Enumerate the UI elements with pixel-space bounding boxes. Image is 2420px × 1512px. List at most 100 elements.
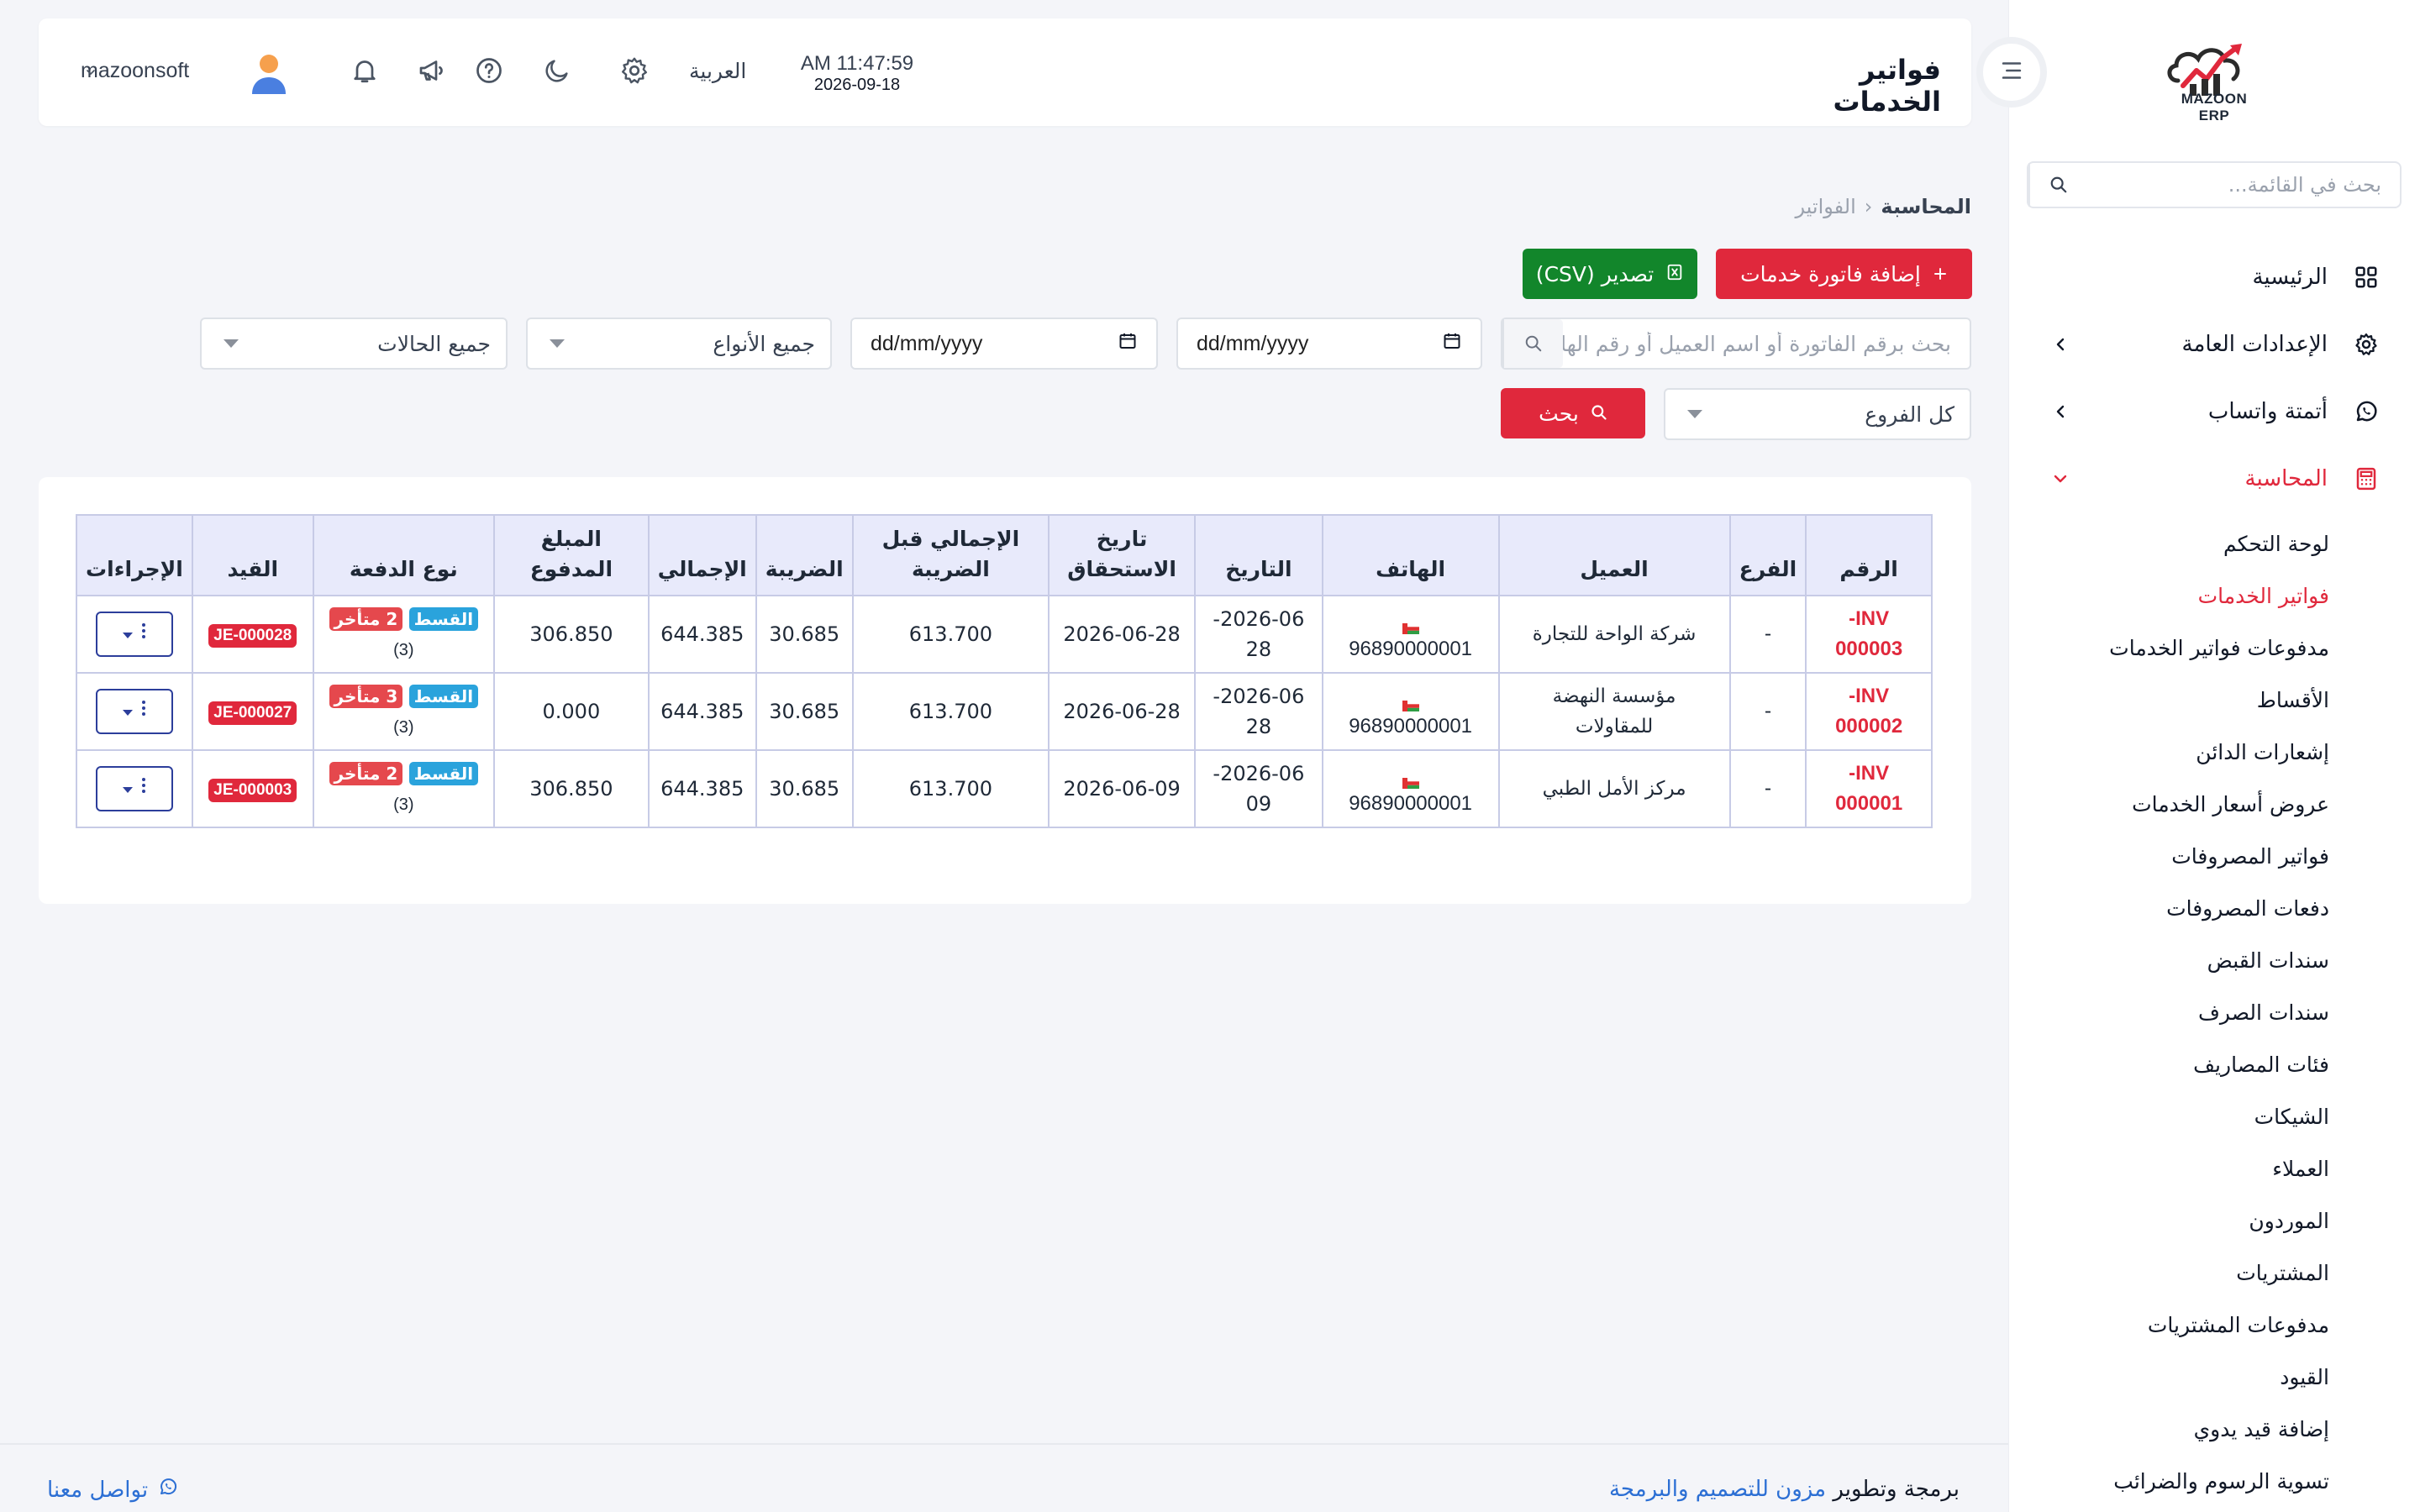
- submenu-item[interactable]: مدفوعات فواتير الخدمات: [2008, 622, 2420, 674]
- submenu-item[interactable]: مدفوعات المشتريات: [2008, 1299, 2420, 1351]
- sidebar-search-input[interactable]: بحث في القائمة...: [2087, 163, 2400, 207]
- overdue-badge: 2 متأخر: [329, 761, 403, 785]
- sidebar-item-home[interactable]: الرئيسية: [2008, 244, 2420, 311]
- installment-count: (3): [393, 717, 414, 737]
- submenu-item[interactable]: الموردون: [2008, 1194, 2420, 1247]
- invoice-number[interactable]: INV- 000001: [1805, 749, 1933, 828]
- bell-icon[interactable]: [348, 54, 381, 87]
- page-title: فواتير الخدمات: [1833, 54, 1941, 118]
- cell-paid: 0.000: [493, 672, 650, 751]
- col-total[interactable]: الإجمالي: [647, 514, 757, 596]
- caret-down-icon: [550, 339, 565, 348]
- submenu-item[interactable]: لوحة التحكم: [2008, 517, 2420, 570]
- col-tax[interactable]: الضريبة: [755, 514, 854, 596]
- col-pretax[interactable]: الإجمالي قبل الضريبة: [851, 514, 1050, 596]
- submenu-item[interactable]: سندات الصرف: [2008, 986, 2420, 1038]
- contact-us-link[interactable]: تواصل معنا: [47, 1477, 178, 1503]
- add-service-invoice-button[interactable]: إضافة فاتورة خدمات: [1716, 249, 1972, 299]
- cell-paid: 306.850: [493, 595, 650, 674]
- col-entry[interactable]: القيد: [191, 514, 314, 596]
- sidebar-item-accounting[interactable]: المحاسبة: [2008, 445, 2420, 512]
- submenu-item[interactable]: الأقساط: [2008, 674, 2420, 726]
- status-select[interactable]: جميع الحالات: [200, 318, 508, 370]
- row-actions-button[interactable]: [95, 689, 173, 734]
- caret-down-icon: [122, 696, 133, 727]
- submenu-item[interactable]: فئات المصاريف: [2008, 1038, 2420, 1090]
- submenu-item[interactable]: سندات القبض: [2008, 934, 2420, 986]
- cell-due-date: 2026-06-28: [1048, 672, 1196, 751]
- invoice-search-input[interactable]: بحث برقم الفاتورة أو اسم العميل أو رقم ا…: [1563, 332, 1970, 356]
- cell-tax: 30.685: [755, 595, 854, 674]
- megaphone-icon[interactable]: [414, 54, 448, 87]
- top-header: [39, 18, 1971, 126]
- journal-entry-badge[interactable]: JE-000028: [208, 624, 297, 648]
- table-row[interactable]: INV- 000001 - مركز الأمل الطبي 9689000000…: [76, 749, 1933, 828]
- help-icon[interactable]: [472, 54, 506, 87]
- breadcrumb-current: الفواتير: [1795, 195, 1856, 218]
- chevron-left-icon: [2050, 402, 2070, 422]
- invoice-search-field[interactable]: بحث برقم الفاتورة أو اسم العميل أو رقم ا…: [1501, 318, 1971, 370]
- calculator-icon: [2351, 464, 2381, 494]
- more-vertical-icon: [141, 696, 146, 727]
- sidebar-item-whatsapp[interactable]: أتمتة واتساب: [2008, 378, 2420, 445]
- col-date[interactable]: التاريخ: [1194, 514, 1323, 596]
- invoice-number[interactable]: INV- 000003: [1805, 595, 1933, 674]
- invoice-number[interactable]: INV- 000002: [1805, 672, 1933, 751]
- submenu-item[interactable]: إضافة قيد يدوي: [2008, 1403, 2420, 1455]
- cell-due-date: 2026-06-09: [1048, 749, 1196, 828]
- col-phone[interactable]: الهاتف: [1321, 514, 1500, 596]
- search-icon: [2028, 163, 2087, 207]
- sidebar-search[interactable]: بحث في القائمة...: [2027, 161, 2402, 208]
- submenu-item[interactable]: الشيكات: [2008, 1090, 2420, 1142]
- row-actions-button[interactable]: [95, 766, 173, 811]
- submenu-item[interactable]: دفعات المصروفات: [2008, 882, 2420, 934]
- search-button[interactable]: بحث: [1501, 388, 1645, 438]
- col-branch[interactable]: الفرع: [1728, 514, 1807, 596]
- col-payment-type[interactable]: نوع الدفعة: [312, 514, 496, 596]
- calendar-icon[interactable]: [1118, 331, 1138, 357]
- submenu-item[interactable]: عروض أسعار الخدمات: [2008, 778, 2420, 830]
- submenu-item[interactable]: تسوية الرسوم والضرائب: [2008, 1455, 2420, 1507]
- col-due-date[interactable]: تاريخ الاستحقاق: [1048, 514, 1196, 596]
- journal-entry-badge[interactable]: JE-000003: [208, 779, 297, 802]
- avatar[interactable]: [249, 52, 289, 96]
- date-from-input[interactable]: dd/mm/yyyy: [1176, 318, 1482, 370]
- export-csv-button[interactable]: تصدير (CSV): [1523, 249, 1697, 299]
- branch-select[interactable]: كل الفروع: [1664, 388, 1971, 440]
- col-number[interactable]: الرقم: [1805, 514, 1933, 596]
- menu-toggle-button[interactable]: [1976, 37, 2047, 108]
- whatsapp-icon: [2351, 396, 2381, 427]
- col-customer[interactable]: العميل: [1497, 514, 1731, 596]
- table-row[interactable]: INV- 000003 - شركة الواحة للتجارة 9689000…: [76, 595, 1933, 674]
- breadcrumb-parent[interactable]: المحاسبة: [1881, 195, 1971, 218]
- cell-branch: -: [1728, 749, 1807, 828]
- language-switch[interactable]: العربية: [689, 59, 746, 83]
- col-paid[interactable]: المبلغ المدفوع: [493, 514, 650, 596]
- chevron-down-icon[interactable]: [81, 66, 97, 79]
- installment-count: (3): [393, 640, 414, 659]
- submenu-item[interactable]: فواتير المصروفات: [2008, 830, 2420, 882]
- cell-customer: مركز الأمل الطبي: [1497, 749, 1731, 828]
- types-select[interactable]: جميع الأنواع: [526, 318, 832, 370]
- accounting-submenu: لوحة التحكم فواتير الخدمات مدفوعات فواتي…: [2008, 517, 2420, 1507]
- row-actions-button[interactable]: [95, 612, 173, 657]
- date-to-value: dd/mm/yyyy: [871, 331, 983, 355]
- sidebar-item-label: أتمتة واتساب: [2207, 399, 2328, 424]
- submenu-item[interactable]: القيود: [2008, 1351, 2420, 1403]
- col-actions: الإجراءات: [76, 514, 193, 596]
- footer-credit-link[interactable]: مزون للتصميم والبرمجة: [1609, 1477, 1826, 1502]
- sidebar-item-settings[interactable]: الإعدادات العامة: [2008, 311, 2420, 378]
- submenu-item[interactable]: إشعارات الدائن: [2008, 726, 2420, 778]
- table-header-row: الرقم الفرع العميل الهاتف التاريخ تاريخ ا…: [76, 514, 1933, 596]
- calendar-icon[interactable]: [1442, 331, 1462, 357]
- journal-entry-badge[interactable]: JE-000027: [208, 701, 297, 725]
- submenu-item[interactable]: المشتريات: [2008, 1247, 2420, 1299]
- table-row[interactable]: INV- 000002 - مؤسسة النهضة للمقاولات 96890…: [76, 672, 1933, 751]
- submenu-item[interactable]: العملاء: [2008, 1142, 2420, 1194]
- submenu-item-service-invoices[interactable]: فواتير الخدمات: [2008, 570, 2420, 622]
- cell-payment-type: القسط 2 متأخر (3): [312, 749, 496, 828]
- moon-icon[interactable]: [540, 54, 574, 87]
- gear-icon[interactable]: [618, 54, 651, 87]
- cell-branch: -: [1728, 672, 1807, 751]
- date-to-input[interactable]: dd/mm/yyyy: [850, 318, 1158, 370]
